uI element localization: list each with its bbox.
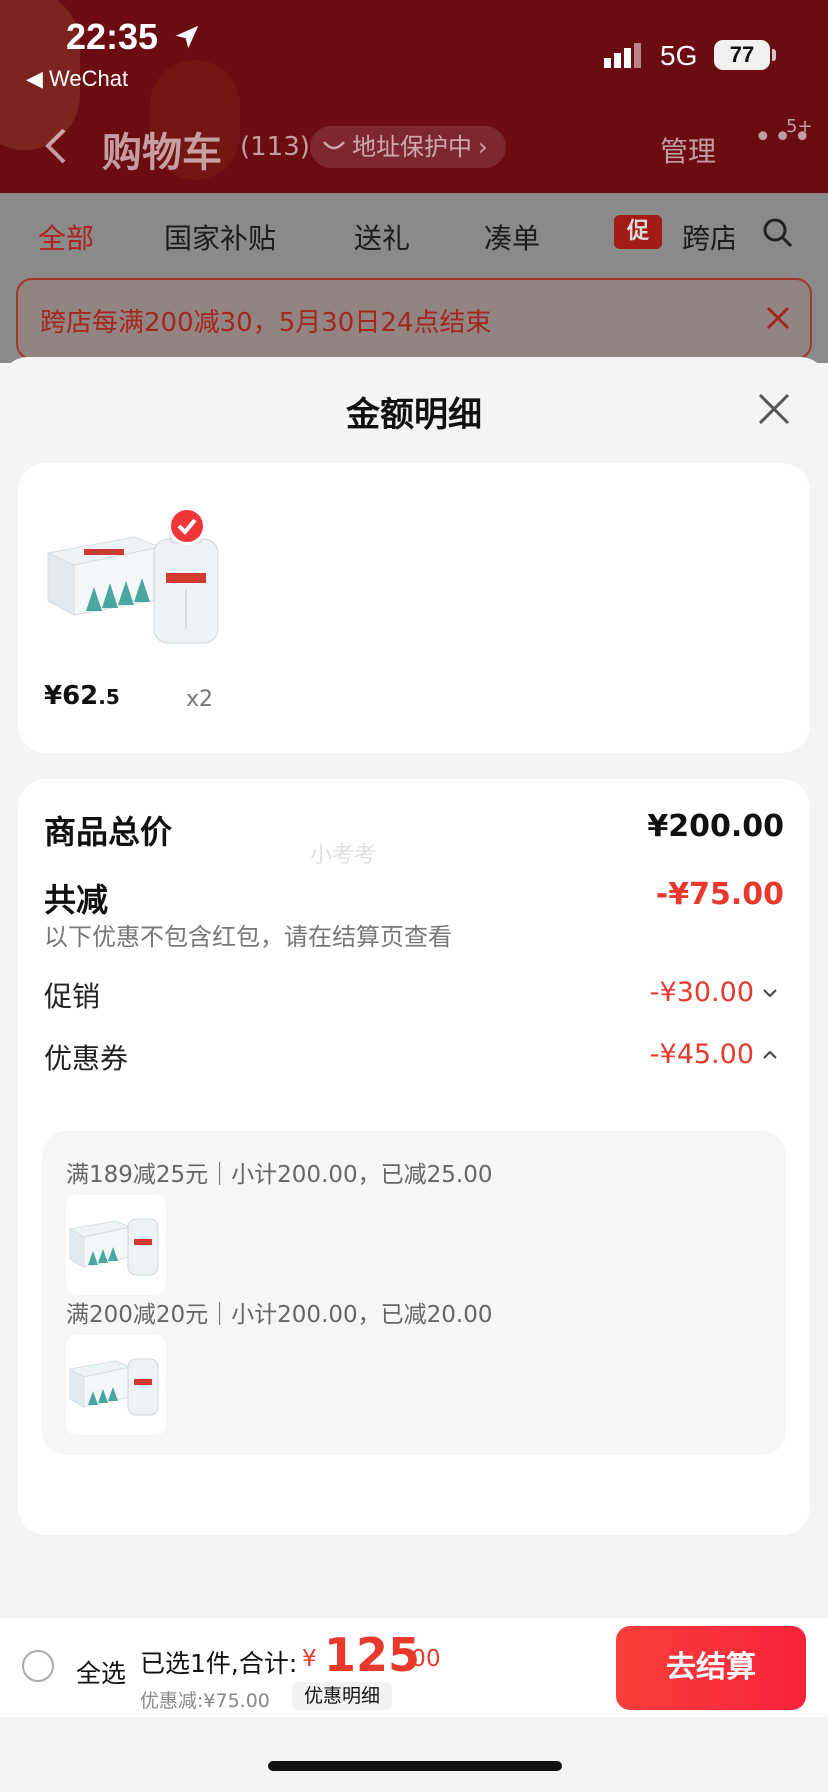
goods-total-label: 商品总价 bbox=[44, 813, 173, 851]
tab-national-subsidy[interactable]: 国家补贴 bbox=[164, 217, 276, 257]
product-thumbnail[interactable] bbox=[66, 1335, 166, 1435]
sheet-title: 金额明细 bbox=[346, 395, 482, 435]
coupon-rule: 满200减20元｜小计200.00，已减20.00 bbox=[66, 1302, 493, 1328]
search-icon[interactable] bbox=[762, 217, 794, 249]
status-bar: 22:35 ◀ WeChat 5G 77 bbox=[0, 0, 828, 100]
promo-banner: 跨店每满200减30，5月30日24点结束 bbox=[16, 278, 812, 360]
close-icon[interactable] bbox=[762, 302, 794, 334]
item-price-int: ¥62 bbox=[44, 681, 99, 711]
item-price: ¥62.5 bbox=[44, 681, 120, 711]
close-icon[interactable] bbox=[756, 391, 792, 427]
chevron-down-icon bbox=[763, 988, 777, 997]
tab-cross-store[interactable]: 跨店 bbox=[682, 217, 734, 257]
chevron-up-icon bbox=[763, 1050, 777, 1059]
coupon-rule: 满189减25元｜小计200.00，已减25.00 bbox=[66, 1162, 493, 1188]
address-protect-button[interactable]: 地址保护中 › bbox=[310, 126, 506, 168]
chevron-right-icon: › bbox=[478, 133, 488, 161]
promo-banner-text: 跨店每满200减30，5月30日24点结束 bbox=[40, 308, 492, 338]
smile-icon bbox=[323, 141, 345, 150]
page-title: 购物车 bbox=[102, 130, 222, 176]
status-time: 22:35 bbox=[66, 16, 159, 57]
cart-tabs: 全部 国家补贴 送礼 凑单 促 跨店 bbox=[0, 193, 828, 273]
coupon-label: 优惠券 bbox=[44, 1042, 129, 1075]
item-quantity: x2 bbox=[186, 687, 214, 712]
promo-label: 促销 bbox=[44, 980, 101, 1013]
more-badge: 5+ bbox=[786, 116, 813, 137]
price-summary-card: 小考考 商品总价 ¥200.00 共减 -¥75.00 以下优惠不包含红包，请在… bbox=[18, 779, 810, 1535]
battery-tip bbox=[772, 49, 776, 61]
promo-value-toggle[interactable]: -¥30.00 bbox=[650, 977, 778, 1008]
promo-tag: 促 bbox=[614, 215, 662, 249]
selected-summary: 已选1件,合计: bbox=[140, 1649, 298, 1678]
battery-icon: 77 bbox=[714, 40, 770, 70]
watermark: 小考考 bbox=[310, 843, 377, 868]
amount-detail-sheet: 金额明细 ¥62.5 x2 小考考 商品总价 ¥200.00 共减 -¥75.0… bbox=[0, 357, 828, 1792]
checkout-button[interactable]: 去结算 bbox=[616, 1626, 806, 1710]
select-all-radio[interactable] bbox=[22, 1650, 54, 1682]
savings-text: 优惠减:¥75.00 bbox=[140, 1690, 270, 1712]
checkout-bar: 全选 已选1件,合计: ¥ 125 .00 优惠减:¥75.00 优惠明细 去结… bbox=[0, 1617, 828, 1717]
signal-icon bbox=[604, 43, 641, 68]
total-currency: ¥ bbox=[302, 1646, 317, 1672]
tab-all[interactable]: 全部 bbox=[38, 217, 94, 257]
coupon-value-toggle[interactable]: -¥45.00 bbox=[650, 1039, 778, 1070]
selected-items-card: ¥62.5 x2 bbox=[18, 463, 810, 753]
tab-bundle[interactable]: 凑单 bbox=[484, 217, 540, 257]
select-all-label[interactable]: 全选 bbox=[76, 1654, 126, 1690]
network-type: 5G bbox=[660, 40, 698, 71]
tab-gift[interactable]: 送礼 bbox=[354, 217, 410, 257]
location-arrow-icon bbox=[175, 25, 199, 49]
product-thumbnail[interactable] bbox=[66, 1195, 166, 1295]
home-indicator bbox=[268, 1761, 562, 1771]
discount-label: 共减 bbox=[44, 881, 109, 919]
discount-detail-button[interactable]: 优惠明细 bbox=[292, 1682, 393, 1710]
address-protect-label: 地址保护中 bbox=[352, 133, 472, 161]
item-price-dec: .5 bbox=[98, 685, 120, 709]
coupon-details-box: 满189减25元｜小计200.00，已减25.00 满200减20元｜小计200… bbox=[42, 1131, 786, 1455]
total-decimal: .00 bbox=[404, 1646, 441, 1672]
cart-count: (113) bbox=[240, 132, 310, 162]
coupon-value: -¥45.00 bbox=[649, 1039, 754, 1070]
promo-value: -¥30.00 bbox=[649, 977, 754, 1008]
cart-nav-bar: 购物车 (113) 地址保护中 › 管理 ••• 5+ bbox=[0, 100, 828, 193]
back-arrow-icon[interactable] bbox=[40, 126, 70, 166]
manage-button[interactable]: 管理 bbox=[660, 130, 716, 170]
goods-total-value: ¥200.00 bbox=[647, 809, 784, 844]
discount-value: -¥75.00 bbox=[655, 877, 784, 912]
back-to-wechat-link[interactable]: ◀ WeChat bbox=[26, 66, 128, 92]
discount-note: 以下优惠不包含红包，请在结算页查看 bbox=[44, 923, 452, 951]
selected-check-icon bbox=[168, 507, 206, 545]
